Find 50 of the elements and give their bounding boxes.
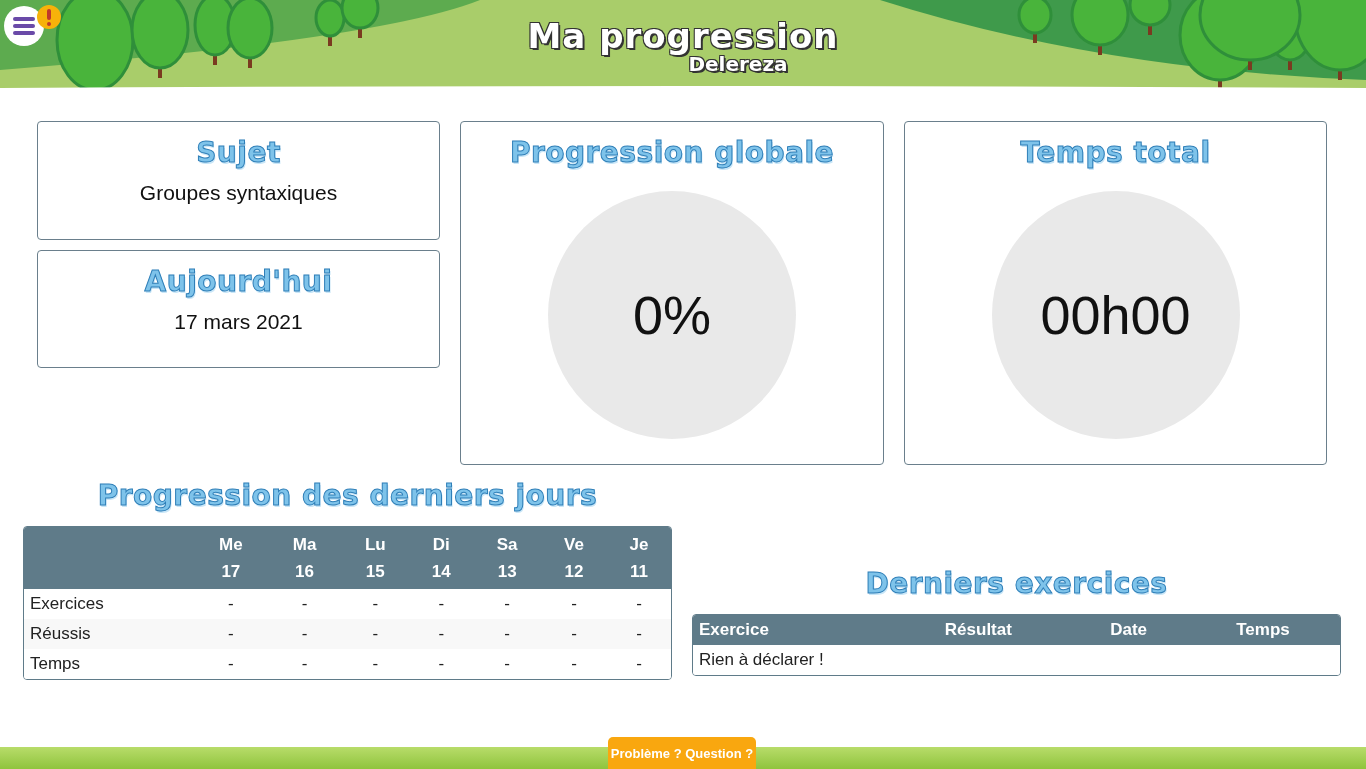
progress-value: 0% [632, 284, 711, 346]
table-cell-text: - [503, 623, 511, 645]
table-cell-text: - [635, 593, 643, 615]
row-label: Réussis [29, 623, 92, 645]
card-title: Progression globale [509, 136, 835, 169]
table-cell-text: - [570, 593, 578, 615]
column-header: Résultat [885, 615, 1072, 645]
day-header: Di 14 [409, 527, 474, 589]
table-cell-text: - [227, 623, 235, 645]
table-cell-text: - [371, 653, 380, 675]
table-cell-text: - [371, 593, 380, 615]
table-cell-text: - [635, 653, 643, 675]
row-label: Exercices [29, 593, 105, 615]
table-cell-text: - [437, 593, 446, 615]
table-cell-text: - [227, 653, 235, 675]
table-cell-text: - [300, 653, 309, 675]
empty-message: Rien à déclarer ! [698, 649, 825, 671]
card-title: Sujet [196, 136, 281, 169]
time-value: 00h00 [1040, 284, 1191, 346]
page-title: Ma progression [527, 19, 839, 53]
day-header: Sa 13 [473, 527, 542, 589]
card-title: Aujourd'hui [144, 265, 333, 298]
day-header: Lu 15 [341, 527, 410, 589]
table-cell-text: - [635, 623, 643, 645]
row-label: Temps [29, 653, 82, 675]
table-cell-text: - [371, 623, 380, 645]
day-header: Me 17 [194, 527, 268, 589]
table-cell-text: - [300, 623, 309, 645]
column-header: Exercice [693, 615, 886, 645]
column-header: Date [1071, 615, 1186, 645]
menu-icon [13, 16, 35, 36]
day-header: Ma 16 [267, 527, 342, 589]
table-cell-text: - [437, 623, 446, 645]
card-title: Temps total [1020, 136, 1211, 169]
table-cell-text: - [503, 593, 511, 615]
table-cell-text: - [437, 653, 446, 675]
day-header: Ve 12 [541, 527, 607, 589]
table-cell-text: - [300, 593, 309, 615]
day-header: Je 11 [606, 527, 671, 589]
table-cell-text: - [227, 593, 235, 615]
user-name: Delereza [688, 53, 788, 75]
table-cell-text: - [570, 623, 578, 645]
section-title: Derniers exercices [865, 567, 1168, 600]
section-title: Progression des derniers jours [97, 479, 598, 512]
column-header: Temps [1186, 615, 1340, 645]
date-value: 17 mars 2021 [174, 310, 303, 334]
help-button[interactable]: Problème ? Question ? [608, 737, 756, 769]
subject-value: Groupes syntaxiques [139, 181, 338, 205]
table-cell-text: - [503, 653, 511, 675]
table-cell-text: - [570, 653, 578, 675]
